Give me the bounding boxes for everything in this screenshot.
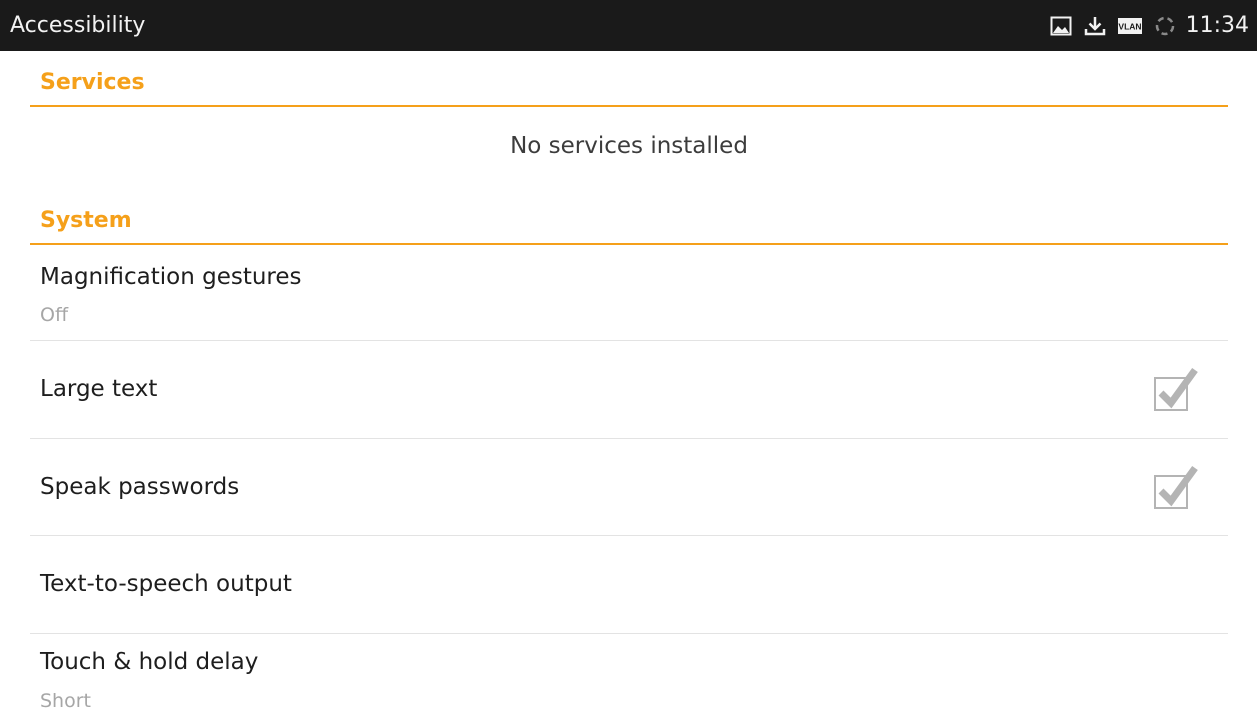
setting-title: Magnification gestures bbox=[40, 264, 302, 290]
download-icon bbox=[1084, 15, 1106, 37]
section-header-label: Services bbox=[40, 70, 145, 95]
setting-summary: Short bbox=[40, 690, 91, 712]
image-icon bbox=[1050, 16, 1072, 36]
setting-speak-passwords[interactable]: Speak passwords bbox=[30, 439, 1228, 536]
status-bar: Accessibility VLAN 11:34 bbox=[0, 0, 1257, 51]
speak-passwords-checkbox[interactable] bbox=[1153, 464, 1199, 510]
setting-text-to-speech-output[interactable]: Text-to-speech output bbox=[30, 536, 1228, 634]
section-header-label: System bbox=[40, 208, 132, 233]
window-title: Accessibility bbox=[10, 13, 146, 38]
checkmark-icon bbox=[1154, 465, 1198, 509]
setting-touch-hold-delay[interactable]: Touch & hold delay Short bbox=[30, 634, 1228, 727]
large-text-checkbox[interactable] bbox=[1153, 366, 1199, 412]
setting-title: Touch & hold delay bbox=[40, 649, 259, 675]
sync-spinner-icon bbox=[1154, 15, 1176, 37]
setting-summary: Off bbox=[40, 304, 69, 326]
status-time: 11:34 bbox=[1185, 13, 1249, 38]
setting-large-text[interactable]: Large text bbox=[30, 341, 1228, 439]
setting-title: Text-to-speech output bbox=[40, 571, 292, 597]
setting-title: Speak passwords bbox=[40, 474, 240, 500]
section-header-services: Services bbox=[30, 51, 1228, 107]
settings-list: Services No services installed System Ma… bbox=[0, 51, 1257, 727]
vlan-label: VLAN bbox=[1118, 21, 1141, 31]
no-services-message: No services installed bbox=[510, 133, 748, 159]
checkmark-icon bbox=[1154, 367, 1198, 411]
setting-title: Large text bbox=[40, 376, 158, 402]
status-icons: VLAN 11:34 bbox=[1050, 0, 1249, 51]
section-header-system: System bbox=[30, 191, 1228, 245]
setting-magnification-gestures[interactable]: Magnification gestures Off bbox=[30, 244, 1228, 341]
vlan-icon: VLAN bbox=[1117, 17, 1142, 34]
